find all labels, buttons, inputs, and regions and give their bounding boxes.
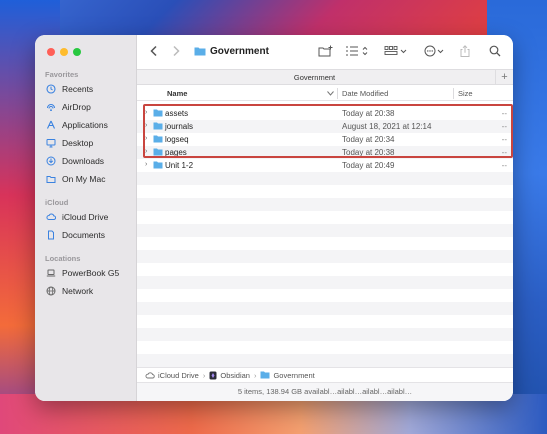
path-item-government[interactable]: Government <box>260 370 315 380</box>
list-view-icon <box>346 46 368 56</box>
empty-row <box>137 354 513 367</box>
sidebar-item-documents[interactable]: Documents <box>45 228 105 242</box>
desktop-icon <box>45 137 57 149</box>
status-bar: 5 items, 138.94 GB availabl…ailabl…ailab… <box>137 382 513 401</box>
sidebar-item-airdrop[interactable]: AirDrop <box>45 100 91 114</box>
toolbar: Government <box>137 35 513 69</box>
empty-row <box>137 198 513 211</box>
document-icon <box>45 229 57 241</box>
sidebar-item-label: Recents <box>62 84 94 94</box>
sidebar-item-label: Applications <box>62 120 108 130</box>
sidebar-item-icloud-drive[interactable]: iCloud Drive <box>45 210 108 224</box>
empty-row <box>137 302 513 315</box>
table-row[interactable]: › Unit 1-2 Today at 20:49 -- <box>137 159 513 172</box>
sidebar-header-favorites: Favorites <box>45 70 79 79</box>
chevron-right-icon <box>173 45 180 57</box>
column-size[interactable]: Size <box>458 89 473 98</box>
empty-row <box>137 276 513 289</box>
folder-icon <box>194 47 206 56</box>
path-label: Obsidian <box>220 370 250 380</box>
globe-icon <box>45 285 57 297</box>
back-button[interactable] <box>149 44 159 58</box>
sidebar-item-label: Desktop <box>62 138 94 148</box>
empty-row <box>137 328 513 341</box>
sidebar-header-icloud: iCloud <box>45 198 69 207</box>
sidebar-item-powerbook-g5[interactable]: PowerBook G5 <box>45 266 119 280</box>
view-options-button[interactable] <box>345 44 369 58</box>
close-button[interactable] <box>47 48 55 56</box>
folder-icon <box>153 161 163 169</box>
empty-row <box>137 172 513 185</box>
sidebar-item-applications[interactable]: Applications <box>45 118 108 132</box>
applications-icon <box>45 119 57 131</box>
folder-icon <box>260 371 270 379</box>
obsidian-icon <box>209 371 217 379</box>
minimize-button[interactable] <box>60 48 68 56</box>
finder-window: Favorites Recents AirDrop Applications D… <box>35 35 513 401</box>
path-item-icloud-drive[interactable]: iCloud Drive <box>145 371 199 380</box>
grid-icon <box>384 46 407 55</box>
file-date: Today at 20:49 <box>342 161 395 170</box>
search-icon <box>489 45 501 57</box>
sidebar-item-recents[interactable]: Recents <box>45 82 93 96</box>
path-label: iCloud Drive <box>158 370 199 380</box>
sidebar-item-on-my-mac[interactable]: On My Mac <box>45 172 105 186</box>
sidebar-item-label: Downloads <box>62 156 105 166</box>
sidebar-item-desktop[interactable]: Desktop <box>45 136 93 150</box>
share-button[interactable] <box>459 44 471 58</box>
file-size: -- <box>501 161 507 170</box>
window-title: Government <box>194 44 269 58</box>
tab-bar: Government + <box>137 69 513 85</box>
cloud-icon <box>145 372 155 379</box>
sidebar-item-label: AirDrop <box>62 102 91 112</box>
file-name: Unit 1-2 <box>165 161 194 170</box>
column-divider[interactable] <box>337 88 338 99</box>
search-button[interactable] <box>489 44 501 58</box>
group-button[interactable] <box>384 44 408 58</box>
airdrop-icon <box>45 101 57 113</box>
sidebar-header-locations: Locations <box>45 254 81 263</box>
zoom-button[interactable] <box>73 48 81 56</box>
window-controls <box>47 48 81 56</box>
path-item-obsidian[interactable]: Obsidian <box>209 371 250 380</box>
empty-row <box>137 224 513 237</box>
main-pane: Government Government + Name Date Modifi… <box>137 35 513 401</box>
disclosure-chevron-icon[interactable]: › <box>145 161 147 168</box>
empty-row <box>137 250 513 263</box>
folder-icon <box>45 173 57 185</box>
laptop-icon <box>45 267 57 279</box>
new-tab-button[interactable]: + <box>495 70 513 85</box>
ellipsis-circle-icon <box>424 45 444 57</box>
column-date-modified[interactable]: Date Modified <box>342 89 388 98</box>
tab-government[interactable]: Government <box>137 73 492 82</box>
sidebar-item-label: On My Mac <box>62 174 106 184</box>
sidebar-item-label: Network <box>62 286 94 296</box>
clock-icon <box>45 83 57 95</box>
path-bar: iCloud Drive › Obsidian › Government <box>137 367 513 382</box>
path-separator-icon: › <box>253 370 257 380</box>
sort-chevron-down-icon <box>327 91 334 96</box>
selection-highlight <box>143 104 513 158</box>
downloads-icon <box>45 155 57 167</box>
action-menu-button[interactable] <box>424 44 446 58</box>
cloud-icon <box>45 211 57 223</box>
sidebar: Favorites Recents AirDrop Applications D… <box>35 35 137 401</box>
sidebar-item-downloads[interactable]: Downloads <box>45 154 104 168</box>
column-divider[interactable] <box>453 88 454 99</box>
path-separator-icon: › <box>202 370 206 380</box>
share-icon <box>460 45 470 57</box>
new-folder-button[interactable] <box>318 44 334 58</box>
window-title-text: Government <box>210 45 269 57</box>
sidebar-item-network[interactable]: Network <box>45 284 93 298</box>
sidebar-item-label: Documents <box>62 230 105 240</box>
new-folder-icon <box>318 45 333 57</box>
column-header: Name Date Modified Size <box>137 87 513 101</box>
forward-button[interactable] <box>171 44 181 58</box>
sidebar-item-label: iCloud Drive <box>62 212 109 222</box>
sidebar-item-label: PowerBook G5 <box>62 268 120 278</box>
path-label: Government <box>273 370 315 380</box>
chevron-left-icon <box>150 45 157 57</box>
column-name[interactable]: Name <box>167 89 187 98</box>
